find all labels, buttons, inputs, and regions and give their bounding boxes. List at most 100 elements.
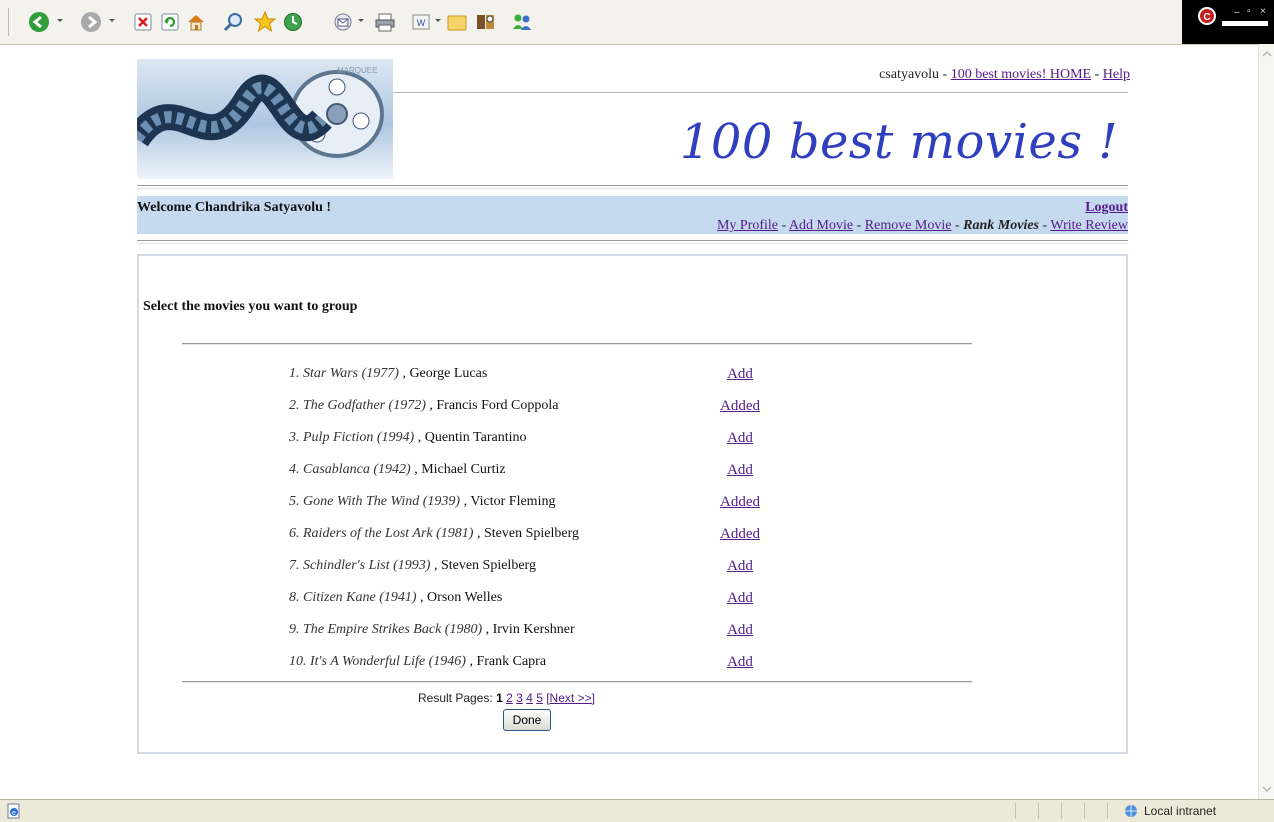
- movie-entry: 10. It's A Wonderful Life (1946) , Frank…: [289, 654, 546, 670]
- svg-text:C: C: [1203, 12, 1210, 23]
- separator: -: [856, 218, 865, 233]
- add-movie-action[interactable]: Added: [709, 494, 771, 511]
- folder-icon[interactable]: [446, 11, 468, 33]
- favorites-icon[interactable]: [253, 11, 277, 33]
- page-icon: e: [7, 803, 20, 819]
- rank-movies-current: Rank Movies: [963, 218, 1039, 233]
- mail-dropdown-icon[interactable]: [358, 19, 364, 22]
- separator: ,: [398, 366, 410, 381]
- add-movie-action[interactable]: Added: [709, 398, 771, 415]
- refresh-icon[interactable]: [160, 11, 180, 33]
- messenger-icon[interactable]: [510, 11, 534, 33]
- movie-entry: 1. Star Wars (1977) , George Lucas: [289, 366, 487, 382]
- page-link-4[interactable]: 4: [526, 691, 533, 705]
- movie-rank: 10.: [289, 654, 307, 669]
- add-movie-action[interactable]: Add: [709, 430, 771, 447]
- movie-director: Victor Fleming: [470, 494, 556, 509]
- logout-link[interactable]: Logout: [1085, 200, 1128, 216]
- window-controls-icon[interactable]: C – ▫ ×: [1182, 0, 1274, 44]
- page-link-2[interactable]: 2: [506, 691, 513, 705]
- page-content: MARQUEE csatyavolu - 100 best movies! HO…: [0, 44, 1258, 799]
- research-icon[interactable]: [474, 11, 498, 33]
- movie-entry: 4. Casablanca (1942) , Michael Curtiz: [289, 462, 506, 478]
- scroll-up-icon[interactable]: [1259, 46, 1274, 62]
- movie-title: Pulp Fiction (1994): [303, 430, 415, 445]
- table-row: 7. Schindler's List (1993) , Steven Spie…: [139, 558, 1126, 578]
- movie-title: Citizen Kane (1941): [303, 590, 417, 605]
- page-link-3[interactable]: 3: [516, 691, 523, 705]
- movie-title: Star Wars (1977): [303, 366, 399, 381]
- separator: ,: [430, 558, 441, 573]
- add-movie-action[interactable]: Add: [709, 558, 771, 575]
- add-movie-link[interactable]: Add Movie: [789, 218, 853, 233]
- back-dropdown-icon[interactable]: [57, 19, 63, 22]
- my-profile-link[interactable]: My Profile: [717, 218, 778, 233]
- next-page-link[interactable]: [Next >>]: [546, 691, 595, 705]
- add-movie-action[interactable]: Added: [709, 526, 771, 543]
- add-movie-action[interactable]: Add: [709, 654, 771, 671]
- separator: ,: [410, 462, 422, 477]
- table-bottom-rule: [182, 681, 972, 683]
- separator: ,: [416, 590, 428, 605]
- add-movie-action[interactable]: Add: [709, 462, 771, 479]
- home-link[interactable]: 100 best movies! HOME: [951, 67, 1091, 82]
- vertical-scrollbar[interactable]: [1258, 44, 1274, 799]
- mail-icon[interactable]: [331, 11, 355, 33]
- scroll-down-icon[interactable]: [1259, 781, 1274, 797]
- page-link-5[interactable]: 5: [536, 691, 543, 705]
- pagination-label: Result Pages:: [418, 691, 493, 705]
- movie-director: Steven Spielberg: [440, 558, 536, 573]
- username: csatyavolu: [879, 67, 940, 82]
- header-divider: [393, 92, 1128, 93]
- table-row: 10. It's A Wonderful Life (1946) , Frank…: [139, 654, 1126, 674]
- search-icon[interactable]: [221, 11, 245, 33]
- movie-rank: 2.: [289, 398, 300, 413]
- edit-dropdown-icon[interactable]: [435, 19, 441, 22]
- add-movie-action[interactable]: Add: [709, 622, 771, 639]
- movie-director: Frank Capra: [476, 654, 547, 669]
- table-row: 2. The Godfather (1972) , Francis Ford C…: [139, 398, 1126, 418]
- table-row: 6. Raiders of the Lost Ark (1981) , Stev…: [139, 526, 1126, 546]
- svg-text:W: W: [417, 18, 426, 28]
- stop-icon[interactable]: [133, 11, 153, 33]
- help-link[interactable]: Help: [1103, 67, 1130, 82]
- print-icon[interactable]: [373, 11, 397, 33]
- movie-director: Irvin Kershner: [492, 622, 575, 637]
- movie-title: The Godfather (1972): [303, 398, 426, 413]
- movie-director: Quentin Tarantino: [424, 430, 527, 445]
- home-icon[interactable]: [185, 11, 207, 33]
- write-review-link[interactable]: Write Review: [1050, 218, 1128, 233]
- pagination: Result Pages: 1 2 3 4 5 [Next >>]: [418, 691, 595, 705]
- forward-icon[interactable]: [79, 11, 103, 33]
- movie-entry: 3. Pulp Fiction (1994) , Quentin Taranti…: [289, 430, 527, 446]
- svg-text:▫: ▫: [1247, 6, 1251, 17]
- svg-text:MARQUEE: MARQUEE: [337, 66, 377, 75]
- movie-entry: 2. The Godfather (1972) , Francis Ford C…: [289, 398, 559, 414]
- movie-director: George Lucas: [409, 366, 488, 381]
- welcome-bar: Welcome Chandrika Satyavolu ! Logout My …: [137, 196, 1128, 234]
- movie-director: Steven Spielberg: [483, 526, 579, 541]
- add-movie-action[interactable]: Add: [709, 366, 771, 383]
- toolbar-grip: [8, 8, 12, 36]
- site-title: 100 best movies !: [679, 114, 1118, 170]
- movie-entry: 6. Raiders of the Lost Ark (1981) , Stev…: [289, 526, 579, 542]
- separator: ,: [482, 622, 493, 637]
- movie-entry: 5. Gone With The Wind (1939) , Victor Fl…: [289, 494, 555, 510]
- edit-icon[interactable]: W: [411, 11, 431, 33]
- history-icon[interactable]: [282, 11, 304, 33]
- add-movie-action[interactable]: Add: [709, 590, 771, 607]
- movie-director: Orson Welles: [427, 590, 503, 605]
- movie-rank: 9.: [289, 622, 300, 637]
- table-row: 9. The Empire Strikes Back (1980) , Irvi…: [139, 622, 1126, 642]
- remove-movie-link[interactable]: Remove Movie: [865, 218, 952, 233]
- back-icon[interactable]: [27, 11, 51, 33]
- movie-rank: 3.: [289, 430, 300, 445]
- table-row: 8. Citizen Kane (1941) , Orson Welles Add: [139, 590, 1126, 610]
- status-cell: [1084, 803, 1107, 819]
- done-button[interactable]: Done: [503, 709, 551, 731]
- separator: ,: [473, 526, 484, 541]
- panel-heading: Select the movies you want to group: [143, 299, 358, 314]
- table-top-rule: [182, 343, 972, 345]
- movie-rank: 4.: [289, 462, 300, 477]
- forward-dropdown-icon[interactable]: [109, 19, 115, 22]
